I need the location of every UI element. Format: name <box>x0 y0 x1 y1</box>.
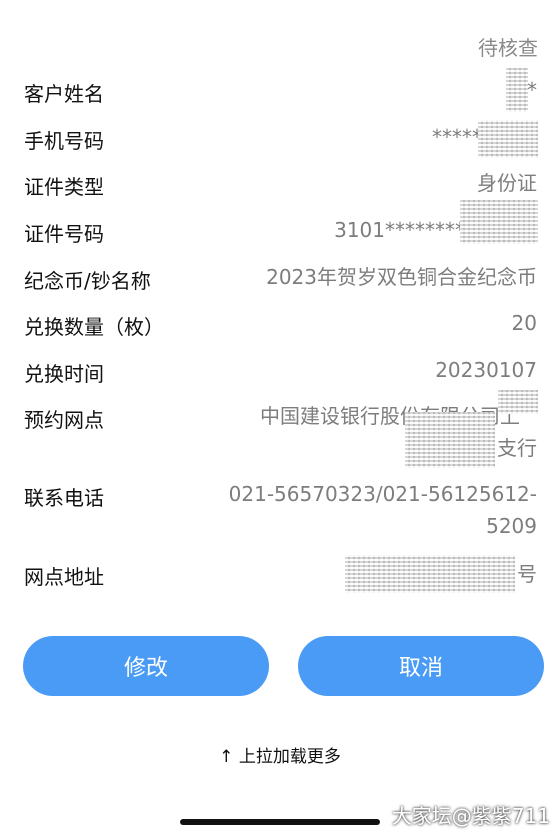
arrow-up-icon: ↑ <box>219 747 234 767</box>
field-value: 20230107 <box>435 358 537 382</box>
field-value-line2: 5209 <box>486 514 537 538</box>
field-value: 身份证 <box>477 171 537 195</box>
redaction-mosaic <box>345 555 515 593</box>
field-label: 联系电话 <box>24 486 104 510</box>
field-value: 号 <box>517 562 537 586</box>
field-value-line2: 支行 <box>497 436 537 460</box>
field-label: 证件类型 <box>24 175 104 199</box>
field-value-line1: 021-56570323/021-56125612- <box>228 482 537 506</box>
cancel-button[interactable]: 取消 <box>298 636 544 696</box>
field-label: 兑换数量（枚） <box>24 315 164 339</box>
field-value: * <box>527 78 537 102</box>
status-text: 待核查 <box>478 36 538 60</box>
redaction-mosaic <box>460 200 538 244</box>
field-label: 预约网点 <box>24 408 104 432</box>
redaction-mosaic <box>506 68 528 112</box>
redaction-mosaic <box>478 120 538 158</box>
home-indicator <box>180 819 380 825</box>
field-label: 客户姓名 <box>24 82 104 106</box>
field-label: 手机号码 <box>24 129 104 153</box>
field-label: 兑换时间 <box>24 362 104 386</box>
field-label: 纪念币/钞名称 <box>24 269 151 293</box>
field-label: 证件号码 <box>24 222 104 246</box>
field-value: 2023年贺岁双色铜合金纪念币 <box>266 265 537 289</box>
watermark: 大家坛@紫紫711 <box>391 804 550 828</box>
field-value: ***** <box>432 125 482 149</box>
redaction-mosaic <box>498 390 538 414</box>
field-label: 网点地址 <box>24 565 104 589</box>
pull-to-load-label: 上拉加载更多 <box>238 747 341 767</box>
field-value: 20 <box>511 311 537 335</box>
field-value: 3101******** <box>334 218 465 242</box>
pull-to-load-hint[interactable]: ↑ 上拉加载更多 <box>0 742 560 767</box>
redaction-mosaic <box>405 412 495 468</box>
modify-button[interactable]: 修改 <box>23 636 269 696</box>
